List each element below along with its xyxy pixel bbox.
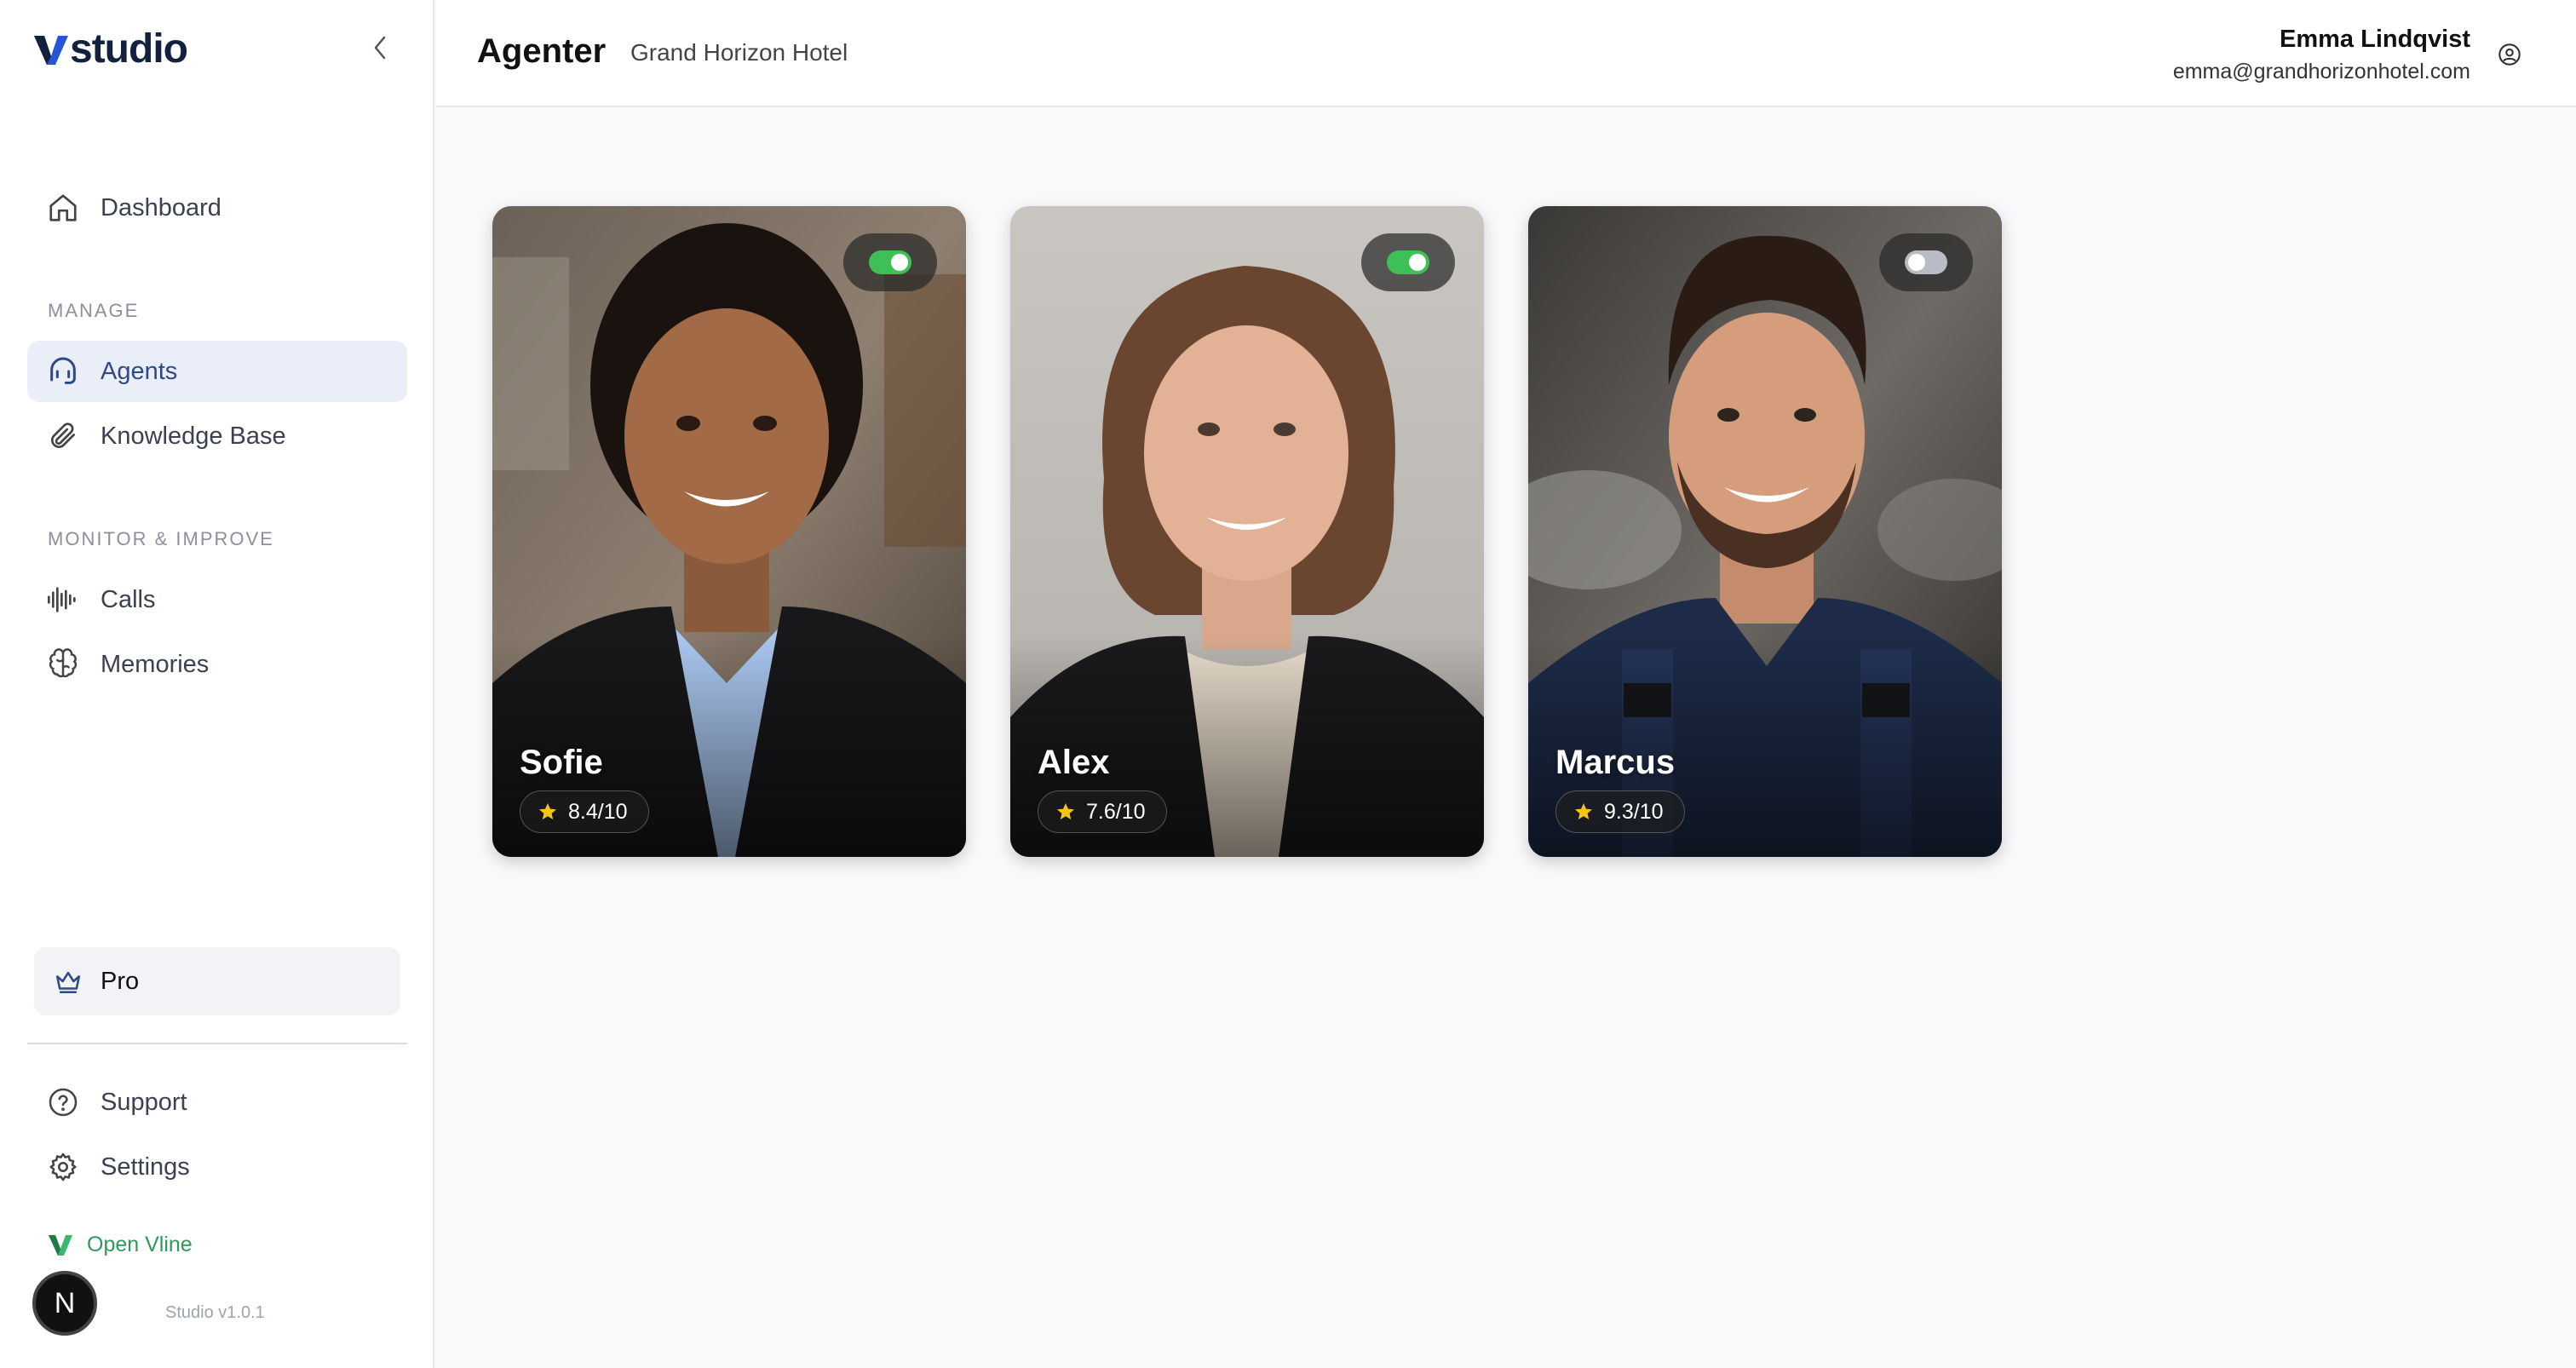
- logo-text: studio: [70, 26, 188, 72]
- section-label-monitor: MONITOR & IMPROVE: [48, 528, 274, 549]
- user-menu-button[interactable]: [2494, 39, 2525, 70]
- crown-icon: [51, 964, 85, 998]
- section-label-manage: MANAGE: [48, 300, 140, 321]
- user-circle-icon: [2498, 43, 2521, 66]
- agent-card-sofie[interactable]: Sofie 8.4/10: [492, 206, 966, 857]
- chevron-left-icon: [374, 36, 386, 60]
- vline-logo-icon: [34, 36, 68, 65]
- sidebar-item-memories[interactable]: Memories: [27, 634, 407, 695]
- gear-icon: [46, 1150, 80, 1184]
- sidebar-item-dashboard[interactable]: Dashboard: [27, 177, 407, 239]
- rating-value: 9.3/10: [1604, 799, 1664, 824]
- agent-enabled-toggle[interactable]: [1361, 233, 1455, 291]
- agent-name: Marcus: [1555, 744, 1676, 781]
- agent-name: Alex: [1038, 744, 1110, 781]
- sidebar-item-label: Agents: [101, 357, 178, 385]
- sidebar-item-label: Calls: [101, 585, 156, 613]
- headset-icon: [46, 354, 80, 388]
- toggle-knob: [891, 254, 908, 271]
- open-vline-link[interactable]: Open Vline: [48, 1232, 193, 1257]
- star-icon: [1575, 803, 1592, 819]
- toggle-switch: [1387, 250, 1429, 274]
- rating-badge: 9.3/10: [1555, 790, 1685, 833]
- sidebar-item-knowledge-base[interactable]: Knowledge Base: [27, 405, 407, 467]
- star-icon: [539, 803, 556, 819]
- vline-logo-icon: [49, 1235, 72, 1256]
- page-title: Agenter: [477, 32, 607, 70]
- home-icon: [46, 191, 80, 225]
- user-email: emma@grandhorizonhotel.com: [2172, 60, 2470, 83]
- sidebar-item-agents[interactable]: Agents: [27, 341, 407, 402]
- rating-badge: 8.4/10: [520, 790, 649, 833]
- agent-name: Sofie: [520, 744, 603, 781]
- open-vline-label: Open Vline: [87, 1232, 193, 1256]
- agent-card-marcus[interactable]: Marcus 9.3/10: [1528, 206, 2002, 857]
- sidebar-item-support[interactable]: Support: [27, 1072, 407, 1133]
- agent-card-alex[interactable]: Alex 7.6/10: [1010, 206, 1484, 857]
- top-header: Agenter Grand Horizon Hotel Emma Lindqvi…: [436, 0, 2576, 107]
- toggle-knob: [1409, 254, 1426, 271]
- waveform-icon: [46, 583, 80, 617]
- version-label: Studio v1.0.1: [165, 1303, 265, 1322]
- sidebar-item-settings[interactable]: Settings: [27, 1136, 407, 1198]
- rating-badge: 7.6/10: [1038, 790, 1167, 833]
- sidebar-item-label: Knowledge Base: [101, 422, 286, 450]
- toggle-switch: [1905, 250, 1947, 274]
- pro-plan-button[interactable]: Pro: [34, 947, 400, 1015]
- sidebar-item-calls[interactable]: Calls: [27, 569, 407, 630]
- sidebar-divider: [27, 1043, 407, 1044]
- agent-enabled-toggle[interactable]: [1879, 233, 1973, 291]
- avatar[interactable]: N: [32, 1271, 97, 1336]
- toggle-knob: [1908, 254, 1925, 271]
- user-name: Emma Lindqvist: [2280, 26, 2470, 53]
- sidebar-item-label: Support: [101, 1088, 187, 1116]
- brain-icon: [46, 647, 80, 681]
- sidebar-item-label: Dashboard: [101, 193, 221, 221]
- rating-value: 8.4/10: [568, 799, 628, 824]
- app-logo[interactable]: studio: [32, 26, 188, 73]
- toggle-switch: [869, 250, 911, 274]
- sidebar-item-label: Settings: [101, 1152, 190, 1181]
- paperclip-icon: [46, 419, 80, 453]
- help-circle-icon: [46, 1085, 80, 1119]
- agent-enabled-toggle[interactable]: [843, 233, 937, 291]
- page-subtitle: Grand Horizon Hotel: [630, 39, 848, 66]
- star-icon: [1057, 803, 1074, 819]
- collapse-sidebar-button[interactable]: [365, 31, 395, 65]
- rating-value: 7.6/10: [1086, 799, 1146, 824]
- sidebar: studio Dashboard MANAGE Agents Knowledge…: [0, 0, 434, 1368]
- pro-label: Pro: [101, 967, 140, 995]
- sidebar-item-label: Memories: [101, 650, 210, 678]
